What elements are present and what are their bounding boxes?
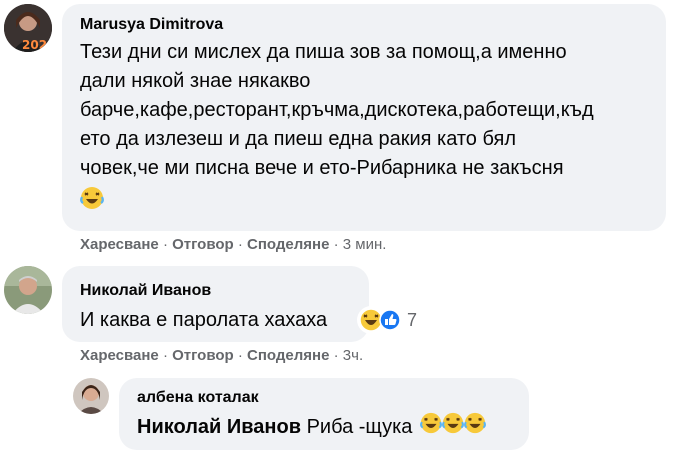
reply-link[interactable]: Отговор — [172, 236, 234, 253]
reply-text: Риба -щука — [301, 415, 413, 438]
separator: · — [333, 347, 343, 364]
comment-author[interactable]: албена коталак — [137, 389, 259, 407]
laughing-tears-emoji — [80, 183, 670, 216]
comment-line: Тези дни си мислех да пиша зов за помощ,… — [80, 41, 567, 63]
separator: · — [237, 347, 248, 364]
comment-text: И каква е паролата хахаха — [80, 309, 328, 331]
comment-actions: Харесване · Отговор · Споделяне · 3ч. — [80, 347, 363, 364]
timestamp[interactable]: 3ч. — [343, 347, 363, 364]
avatar[interactable] — [73, 378, 109, 414]
mention-link[interactable]: Николай Иванов — [137, 416, 301, 438]
like-link[interactable]: Харесване — [80, 236, 159, 253]
comment-bubble: Marusya Dimitrova Тези дни си мислех да … — [62, 4, 666, 231]
comment-line: дали някой знае някакво — [80, 70, 311, 92]
reactions-summary[interactable]: 7 — [357, 306, 424, 334]
avatar-badge: 2020 — [22, 38, 52, 52]
comment-text: Тези дни си мислех да пиша зов за помощ,… — [80, 38, 670, 216]
comment-text: Николай Иванов Риба -щука — [137, 412, 486, 443]
comment-author[interactable]: Marusya Dimitrova — [80, 16, 223, 34]
comment-bubble: Николай Иванов И каква е паролата хахаха — [62, 266, 369, 342]
like-link[interactable]: Харесване — [80, 347, 159, 364]
reaction-count: 7 — [407, 309, 418, 330]
laughing-tears-emoji — [420, 412, 442, 443]
timestamp[interactable]: 3 мин. — [343, 236, 387, 253]
avatar-photo — [73, 378, 109, 414]
comment-line: човек,че ми писна вече и ето-Рибарника н… — [80, 157, 564, 179]
separator: · — [237, 236, 248, 253]
laughing-tears-emoji — [442, 412, 464, 443]
comment-line: ето да излезеш и да пиеш една ракия като… — [80, 128, 517, 150]
comment-line: барче,кафе,ресторант,кръчма,дискотека,ра… — [80, 99, 594, 121]
avatar-photo — [4, 266, 52, 314]
reply-bubble: албена коталак Николай Иванов Риба -щука — [119, 378, 529, 450]
reply-link[interactable]: Отговор — [172, 347, 234, 364]
comment-actions: Харесване · Отговор · Споделяне · 3 мин. — [80, 236, 386, 253]
separator: · — [162, 236, 173, 253]
avatar[interactable]: 2020 — [4, 4, 52, 52]
laughing-tears-emoji — [464, 412, 486, 443]
share-link[interactable]: Споделяне — [247, 347, 329, 364]
separator: · — [333, 236, 343, 253]
comment-author[interactable]: Николай Иванов — [80, 282, 211, 300]
avatar[interactable] — [4, 266, 52, 314]
share-link[interactable]: Споделяне — [247, 236, 329, 253]
separator: · — [162, 347, 173, 364]
like-reaction-icon — [379, 309, 401, 331]
